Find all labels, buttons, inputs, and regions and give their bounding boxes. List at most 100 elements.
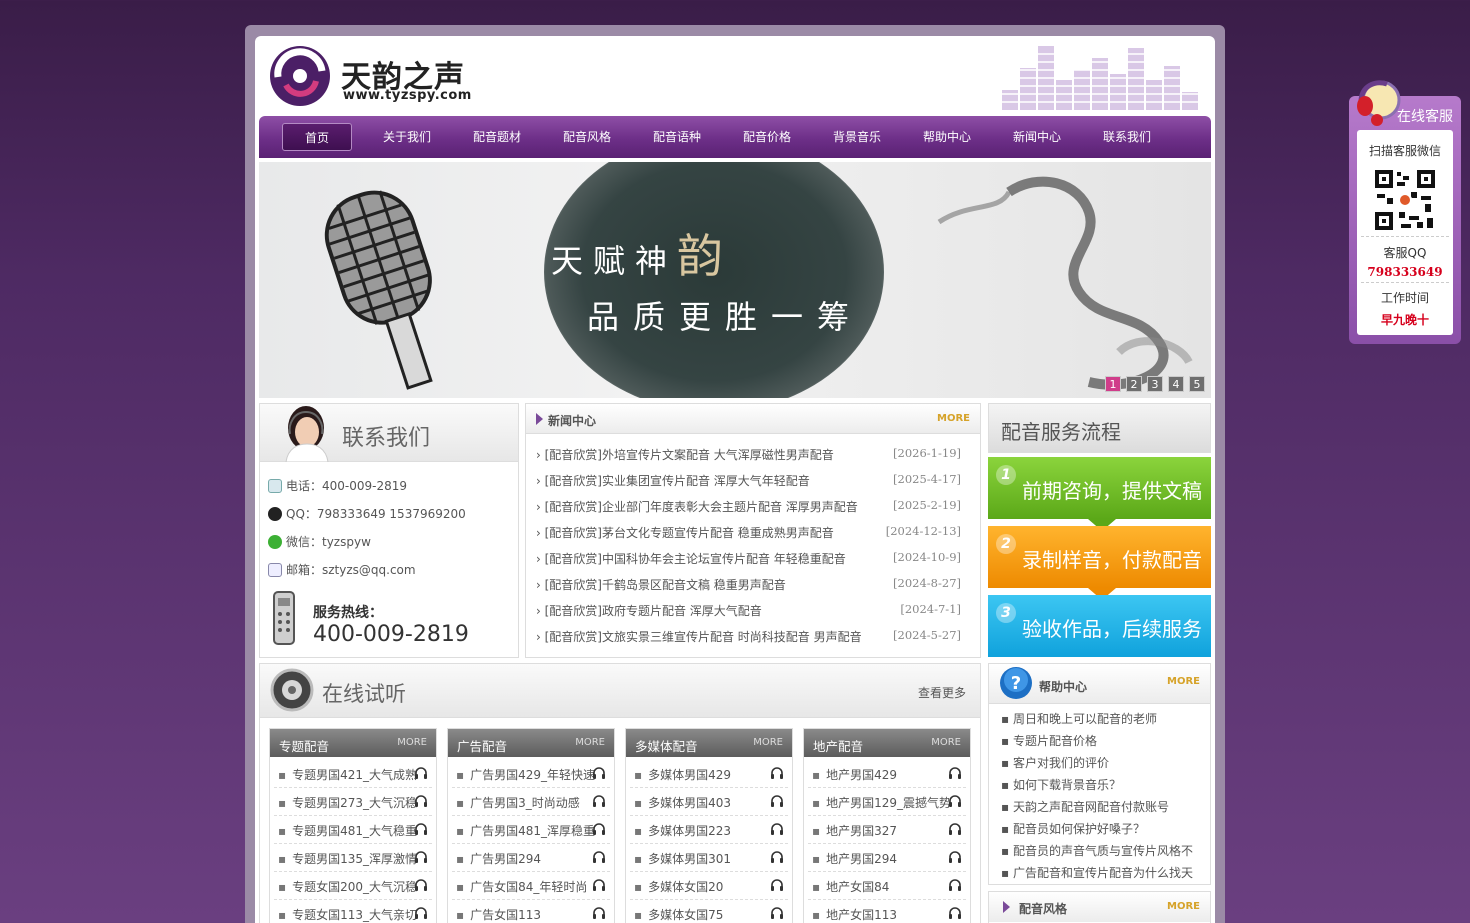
headphones-icon[interactable] <box>592 822 606 836</box>
banner-page-5[interactable]: 5 <box>1189 376 1205 392</box>
audio-item[interactable]: ▪ 专题女国113_大气亲切 <box>278 906 428 923</box>
help-item[interactable]: ▪ 广告配音和宣传片配音为什么找天 <box>1001 864 1193 881</box>
headphones-icon[interactable] <box>948 906 962 920</box>
headphones-icon[interactable] <box>414 906 428 920</box>
audio-item[interactable]: ▪ 专题男国135_浑厚激情 <box>278 850 428 867</box>
audio-item[interactable]: ▪ 多媒体男国223 <box>634 822 784 839</box>
headphones-icon[interactable] <box>948 822 962 836</box>
qq-number[interactable]: 798333649 <box>1357 265 1453 279</box>
audio-item[interactable]: ▪ 多媒体男国429 <box>634 766 784 783</box>
nav-prices[interactable]: 配音价格 <box>732 123 802 151</box>
headphones-icon[interactable] <box>948 794 962 808</box>
news-item[interactable]: › [配音欣赏]茅台文化专题宣传片配音 稳重成熟男声配音 [2024-12-13] <box>536 524 961 541</box>
style-more-link[interactable]: MORE <box>1167 901 1200 912</box>
audio-item[interactable]: ▪ 广告女国84_年轻时尚 <box>456 878 606 895</box>
headphones-icon[interactable] <box>770 850 784 864</box>
news-item[interactable]: › [配音欣赏]中国科协年会主论坛宣传片配音 年轻稳重配音 [2024-10-9] <box>536 550 961 567</box>
news-item[interactable]: › [配音欣赏]文旅实景三维宣传片配音 时尚科技配音 男声配音 [2024-5-2… <box>536 628 961 645</box>
banner-page-1[interactable]: 1 <box>1105 376 1121 392</box>
help-item[interactable]: ▪ 周日和晚上可以配音的老师 <box>1001 710 1157 727</box>
news-more-link[interactable]: MORE <box>937 413 970 424</box>
contact-phone: 电话：400-009-2819 <box>286 479 408 493</box>
audio-item[interactable]: ▪ 地产男国327 <box>812 822 962 839</box>
listen-column-title: 广告配音 <box>457 739 508 754</box>
headphones-icon[interactable] <box>592 850 606 864</box>
audio-item[interactable]: ▪ 地产男国429 <box>812 766 962 783</box>
audio-item[interactable]: ▪ 广告女国113 <box>456 906 606 923</box>
headphones-icon[interactable] <box>414 822 428 836</box>
audio-item[interactable]: ▪ 多媒体女国20 <box>634 878 784 895</box>
headphones-icon[interactable] <box>770 878 784 892</box>
audio-item[interactable]: ▪ 多媒体女国75 <box>634 906 784 923</box>
headphones-icon[interactable] <box>592 794 606 808</box>
nav-about[interactable]: 关于我们 <box>372 123 442 151</box>
audio-item[interactable]: ▪ 地产女国113 <box>812 906 962 923</box>
nav-styles[interactable]: 配音风格 <box>552 123 622 151</box>
listen-column-more[interactable]: MORE <box>931 737 961 748</box>
banner-page-4[interactable]: 4 <box>1168 376 1184 392</box>
help-item[interactable]: ▪ 配音员如何保护好嗓子？ <box>1001 820 1145 837</box>
news-item-date: [2026-1-19] <box>893 446 961 460</box>
nav-bg-music[interactable]: 背景音乐 <box>822 123 892 151</box>
nav-languages[interactable]: 配音语种 <box>642 123 712 151</box>
headphones-icon[interactable] <box>414 850 428 864</box>
help-item[interactable]: ▪ 天韵之声配音网配音付款账号 <box>1001 798 1169 815</box>
banner-page-2[interactable]: 2 <box>1126 376 1142 392</box>
help-item[interactable]: ▪ 专题片配音价格 <box>1001 732 1097 749</box>
help-item[interactable]: ▪ 配音员的声音气质与宣传片风格不 <box>1001 842 1193 859</box>
help-header: ? 帮助中心 MORE <box>989 664 1210 704</box>
audio-item[interactable]: ▪ 多媒体男国301 <box>634 850 784 867</box>
help-item[interactable]: ▪ 客户对我们的评价 <box>1001 754 1109 771</box>
news-item[interactable]: › [配音欣赏]实业集团宣传片配音 浑厚大气年轻配音 [2025-4-17] <box>536 472 961 489</box>
audio-item[interactable]: ▪ 多媒体男国403 <box>634 794 784 811</box>
audio-item[interactable]: ▪ 地产男国129_震撼气势 <box>812 794 962 811</box>
help-more-link[interactable]: MORE <box>1167 676 1200 687</box>
news-item[interactable]: › [配音欣赏]政府专题片配音 浑厚大气配音 [2024-7-1] <box>536 602 961 619</box>
headphones-icon[interactable] <box>414 878 428 892</box>
qr-code-icon[interactable] <box>1373 168 1437 232</box>
headphones-icon[interactable] <box>414 794 428 808</box>
nav-home[interactable]: 首页 <box>282 123 352 151</box>
headphones-icon[interactable] <box>592 766 606 780</box>
headphones-icon[interactable] <box>948 850 962 864</box>
headphones-icon[interactable] <box>770 794 784 808</box>
bullet: ▪ <box>634 824 643 838</box>
audio-item[interactable]: ▪ 广告男国3_时尚动感 <box>456 794 606 811</box>
nav-topics[interactable]: 配音题材 <box>462 123 532 151</box>
audio-item[interactable]: ▪ 广告男国429_年轻快速 <box>456 766 606 783</box>
banner-page-3[interactable]: 3 <box>1147 376 1163 392</box>
help-item-text: 配音员如何保护好嗓子？ <box>1012 822 1145 836</box>
audio-item[interactable]: ▪ 广告男国481_浑厚稳重 <box>456 822 606 839</box>
headphones-icon[interactable] <box>770 822 784 836</box>
headphones-icon[interactable] <box>770 906 784 920</box>
banner-slogan-1a: 天赋神 <box>551 242 678 280</box>
audio-item[interactable]: ▪ 专题男国481_大气稳重 <box>278 822 428 839</box>
nav-contact[interactable]: 联系我们 <box>1092 123 1162 151</box>
audio-item[interactable]: ▪ 广告男国294 <box>456 850 606 867</box>
headphones-icon[interactable] <box>592 906 606 920</box>
audio-item[interactable]: ▪ 专题男国273_大气沉稳 <box>278 794 428 811</box>
banner-slogan-1b: 韵 <box>677 229 734 283</box>
audio-item[interactable]: ▪ 地产男国294 <box>812 850 962 867</box>
news-item[interactable]: › [配音欣赏]企业部门年度表彰大会主题片配音 浑厚男声配音 [2025-2-19… <box>536 498 961 515</box>
nav-news[interactable]: 新闻中心 <box>1002 123 1072 151</box>
listen-view-more[interactable]: 查看更多 <box>918 684 966 701</box>
listen-column-more[interactable]: MORE <box>575 737 605 748</box>
headphones-icon[interactable] <box>592 878 606 892</box>
news-item[interactable]: › [配音欣赏]外培宣传片文案配音 大气浑厚磁性男声配音 [2026-1-19] <box>536 446 961 463</box>
news-item-title: [配音欣赏]政府专题片配音 浑厚大气配音 <box>544 604 762 618</box>
help-item[interactable]: ▪ 如何下载背景音乐？ <box>1001 776 1121 793</box>
headphones-icon[interactable] <box>948 766 962 780</box>
news-item[interactable]: › [配音欣赏]千鹤岛景区配音文稿 稳重男声配音 [2024-8-27] <box>536 576 961 593</box>
nav-help[interactable]: 帮助中心 <box>912 123 982 151</box>
audio-item[interactable]: ▪ 专题女国200_大气沉稳 <box>278 878 428 895</box>
contact-wechat-row: 微信：tyzspyw <box>268 533 371 550</box>
listen-column-more[interactable]: MORE <box>397 737 427 748</box>
headphones-icon[interactable] <box>948 878 962 892</box>
headphones-icon[interactable] <box>770 766 784 780</box>
audio-item[interactable]: ▪ 专题男国421_大气成熟 <box>278 766 428 783</box>
headphones-icon[interactable] <box>414 766 428 780</box>
listen-column-more[interactable]: MORE <box>753 737 783 748</box>
audio-item[interactable]: ▪ 地产女国84 <box>812 878 962 895</box>
banner-slider[interactable]: 天赋神韵 品质更胜一筹 1 2 3 4 5 <box>259 162 1211 398</box>
